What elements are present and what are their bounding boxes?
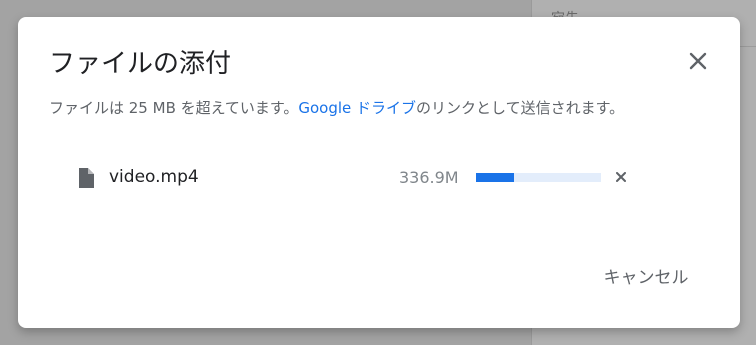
size-warning-message: ファイルは 25 MB を超えています。Google ドライブのリンクとして送信… [49, 97, 624, 118]
close-icon [689, 52, 707, 70]
remove-icon [616, 172, 626, 182]
file-size: 336.9M [399, 168, 459, 187]
message-prefix: ファイルは 25 MB を超えています。 [49, 99, 299, 117]
file-icon [79, 168, 94, 188]
file-name: video.mp4 [109, 167, 199, 187]
google-drive-link[interactable]: Google ドライブ [298, 99, 416, 117]
attachment-row: video.mp4 336.9M [18, 162, 740, 192]
dialog-title: ファイルの添付 [49, 49, 232, 79]
upload-progress-bar [476, 173, 601, 182]
remove-attachment-button[interactable] [614, 170, 628, 184]
close-button[interactable] [683, 46, 713, 76]
upload-progress-fill [476, 173, 514, 182]
cancel-button[interactable]: キャンセル [590, 257, 702, 293]
attach-file-dialog: ファイルの添付 ファイルは 25 MB を超えています。Google ドライブの… [18, 17, 740, 328]
message-suffix: のリンクとして送信されます。 [416, 99, 625, 117]
